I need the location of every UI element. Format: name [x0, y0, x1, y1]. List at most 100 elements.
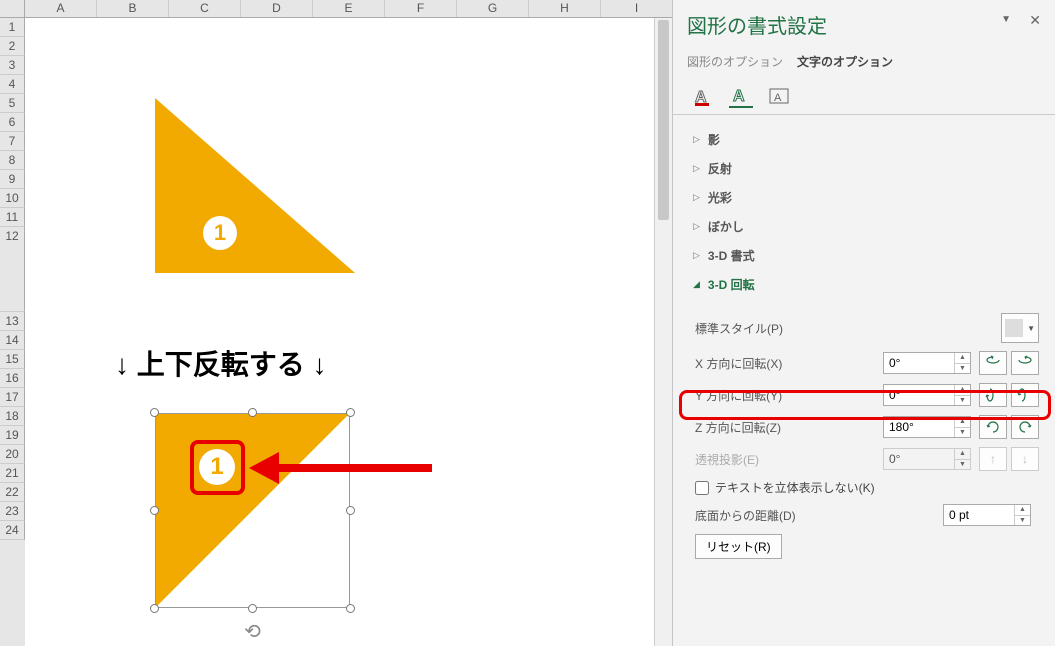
- section-3d-rotation[interactable]: ◢3-D 回転: [687, 270, 1041, 299]
- section-soft-edges[interactable]: ▷ぼかし: [687, 212, 1041, 241]
- annotation-flip-label: ↓ 上下反転する ↓: [115, 343, 327, 383]
- spin-down-icon[interactable]: ▼: [1014, 516, 1030, 526]
- panel-title: 図形の書式設定: [687, 10, 1041, 39]
- triangle-shape-1[interactable]: 1: [155, 98, 355, 278]
- column-header[interactable]: G: [457, 0, 529, 17]
- annotation-arrow-icon: [249, 452, 279, 484]
- column-header[interactable]: C: [169, 0, 241, 17]
- preset-style-dropdown[interactable]: ▼: [1001, 313, 1039, 343]
- text-fill-outline-icon[interactable]: A: [691, 84, 715, 108]
- perspective-up-icon: ↑: [979, 447, 1007, 471]
- row-header[interactable]: 20: [0, 445, 25, 464]
- row-header[interactable]: 3: [0, 56, 25, 75]
- svg-text:A: A: [733, 88, 745, 105]
- svg-text:A: A: [774, 92, 782, 104]
- perspective-label: 透視投影(E): [695, 451, 883, 468]
- section-shadow[interactable]: ▷影: [687, 125, 1041, 154]
- vertical-scrollbar[interactable]: [654, 18, 672, 646]
- rotate-z-cw-icon[interactable]: [1011, 415, 1039, 439]
- row-header[interactable]: 1: [0, 18, 25, 37]
- row-header[interactable]: 22: [0, 483, 25, 502]
- resize-handle[interactable]: [248, 408, 257, 417]
- triangle-shape-2-selected[interactable]: ⟲ 1: [155, 413, 350, 608]
- row-header[interactable]: 7: [0, 132, 25, 151]
- reset-button[interactable]: リセット(R): [695, 534, 782, 559]
- spin-up-icon[interactable]: ▲: [1014, 505, 1030, 516]
- spin-up-icon[interactable]: ▲: [954, 417, 970, 428]
- column-header[interactable]: A: [25, 0, 97, 17]
- worksheet-canvas[interactable]: 1 ↓ 上下反転する ↓ ⟲ 1: [25, 18, 652, 646]
- resize-handle[interactable]: [150, 604, 159, 613]
- row-header[interactable]: 11: [0, 208, 25, 227]
- column-header[interactable]: I: [601, 0, 673, 17]
- textbox-icon[interactable]: A: [767, 84, 791, 108]
- resize-handle[interactable]: [150, 506, 159, 515]
- keep-text-flat-checkbox[interactable]: テキストを立体表示しない(K): [695, 479, 1039, 496]
- column-header[interactable]: F: [385, 0, 457, 17]
- rotate-y-down-icon[interactable]: [1011, 383, 1039, 407]
- distance-input[interactable]: ▲▼: [943, 504, 1031, 526]
- x-rotation-label: X 方向に回転(X): [695, 355, 883, 372]
- row-header[interactable]: 8: [0, 151, 25, 170]
- text-effects-icon[interactable]: A: [729, 84, 753, 108]
- row-header[interactable]: 12: [0, 227, 25, 312]
- panel-options-dropdown-icon[interactable]: ▼: [1001, 14, 1011, 25]
- row-header[interactable]: 10: [0, 189, 25, 208]
- spin-down-icon[interactable]: ▼: [954, 396, 970, 406]
- row-header[interactable]: 5: [0, 94, 25, 113]
- preset-label: 標準スタイル(P): [695, 320, 1001, 337]
- z-rotation-label: Z 方向に回転(Z): [695, 419, 883, 436]
- row-header[interactable]: 4: [0, 75, 25, 94]
- scrollbar-thumb[interactable]: [658, 20, 669, 220]
- row-header[interactable]: 24: [0, 521, 25, 540]
- section-3d-format[interactable]: ▷3-D 書式: [687, 241, 1041, 270]
- row-header[interactable]: 13: [0, 312, 25, 331]
- rotate-y-up-icon[interactable]: [979, 383, 1007, 407]
- resize-handle[interactable]: [346, 604, 355, 613]
- rotate-x-right-icon[interactable]: [1011, 351, 1039, 375]
- shape-number-badge: 1: [199, 449, 235, 485]
- spin-down-icon[interactable]: ▼: [954, 428, 970, 438]
- section-reflection[interactable]: ▷反射: [687, 154, 1041, 183]
- column-header[interactable]: B: [97, 0, 169, 17]
- resize-handle[interactable]: [248, 604, 257, 613]
- annotation-arrow-line: [277, 464, 432, 472]
- selection-box: [155, 413, 350, 608]
- format-shape-panel: 図形の書式設定 ▼ ✕ 図形のオプション 文字のオプション A A A ▷影 ▷…: [672, 0, 1055, 646]
- section-glow[interactable]: ▷光彩: [687, 183, 1041, 212]
- row-header[interactable]: 23: [0, 502, 25, 521]
- row-header[interactable]: 15: [0, 350, 25, 369]
- row-header[interactable]: 16: [0, 369, 25, 388]
- tab-text-options[interactable]: 文字のオプション: [797, 53, 893, 74]
- row-header[interactable]: 19: [0, 426, 25, 445]
- distance-label: 底面からの距離(D): [695, 507, 943, 524]
- resize-handle[interactable]: [150, 408, 159, 417]
- row-header[interactable]: 18: [0, 407, 25, 426]
- x-rotation-input[interactable]: ▲▼: [883, 352, 971, 374]
- row-header[interactable]: 2: [0, 37, 25, 56]
- column-header[interactable]: [0, 0, 25, 17]
- perspective-down-icon: ↓: [1011, 447, 1039, 471]
- column-header[interactable]: E: [313, 0, 385, 17]
- column-header[interactable]: D: [241, 0, 313, 17]
- row-header[interactable]: 21: [0, 464, 25, 483]
- column-header[interactable]: H: [529, 0, 601, 17]
- z-rotation-input[interactable]: ▲▼: [883, 416, 971, 438]
- row-header[interactable]: 14: [0, 331, 25, 350]
- rotate-x-left-icon[interactable]: [979, 351, 1007, 375]
- column-headers: ABCDEFGHI: [0, 0, 672, 18]
- resize-handle[interactable]: [346, 506, 355, 515]
- resize-handle[interactable]: [346, 408, 355, 417]
- perspective-input: ▲▼: [883, 448, 971, 470]
- row-header[interactable]: 6: [0, 113, 25, 132]
- rotate-z-ccw-icon[interactable]: [979, 415, 1007, 439]
- row-header[interactable]: 9: [0, 170, 25, 189]
- y-rotation-input[interactable]: ▲▼: [883, 384, 971, 406]
- spin-down-icon[interactable]: ▼: [954, 364, 970, 374]
- spin-up-icon[interactable]: ▲: [954, 385, 970, 396]
- tab-shape-options[interactable]: 図形のオプション: [687, 53, 783, 74]
- panel-close-icon[interactable]: ✕: [1029, 12, 1041, 29]
- row-header[interactable]: 17: [0, 388, 25, 407]
- rotate-handle-icon[interactable]: ⟲: [244, 619, 261, 644]
- spin-up-icon[interactable]: ▲: [954, 353, 970, 364]
